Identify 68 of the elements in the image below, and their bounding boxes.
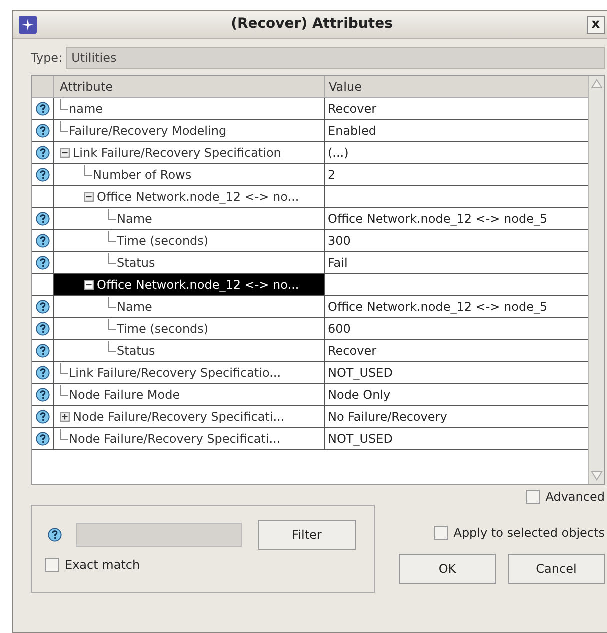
help-icon bbox=[36, 212, 50, 226]
value-text: 2 bbox=[328, 166, 336, 184]
attribute-cell[interactable]: Office Network.node_12 <-> no... bbox=[54, 274, 325, 295]
value-text: NOT_USED bbox=[328, 364, 393, 382]
attribute-text: Status bbox=[117, 254, 156, 272]
checkbox[interactable] bbox=[434, 526, 448, 540]
value-text: Office Network.node_12 <-> node_5 bbox=[328, 298, 548, 316]
value-text: Recover bbox=[328, 100, 377, 118]
value-text: Enabled bbox=[328, 122, 376, 140]
collapse-icon[interactable] bbox=[84, 192, 94, 202]
expand-icon[interactable] bbox=[60, 412, 70, 422]
value-text: No Failure/Recovery bbox=[328, 408, 448, 426]
column-header[interactable]: Attribute bbox=[54, 76, 325, 97]
attribute-text: Failure/Recovery Modeling bbox=[69, 122, 227, 140]
type-field: Utilities bbox=[66, 47, 605, 69]
column-header[interactable]: Value bbox=[325, 76, 588, 97]
advanced-label: Advanced bbox=[546, 489, 605, 506]
attribute-text: Link Failure/Recovery Specificatio... bbox=[69, 364, 282, 382]
value-text: (...) bbox=[328, 144, 349, 162]
help-icon bbox=[36, 388, 50, 402]
app-icon bbox=[19, 16, 37, 34]
help-icon bbox=[36, 432, 50, 446]
ok-button[interactable]: OK bbox=[399, 554, 496, 584]
attribute-text: Time (seconds) bbox=[117, 320, 209, 338]
checkbox[interactable] bbox=[526, 490, 540, 504]
attribute-text: Node Failure/Recovery Specificati... bbox=[69, 430, 281, 448]
help-icon bbox=[36, 168, 50, 182]
help-icon bbox=[36, 256, 50, 270]
help-icon bbox=[36, 146, 50, 160]
value-text: Recover bbox=[328, 342, 377, 360]
cancel-button[interactable]: Cancel bbox=[508, 554, 605, 584]
value-text: Node Only bbox=[328, 386, 391, 404]
attribute-text: Name bbox=[117, 298, 152, 316]
attribute-text: Office Network.node_12 <-> no... bbox=[97, 276, 300, 294]
help-icon bbox=[48, 528, 62, 542]
window-title: (Recover) Attributes bbox=[230, 15, 394, 34]
help-icon bbox=[36, 300, 50, 314]
value-text: Fail bbox=[328, 254, 348, 272]
help-icon bbox=[36, 344, 50, 358]
attribute-text: Node Failure Mode bbox=[69, 386, 180, 404]
value-text: 600 bbox=[328, 320, 351, 338]
help-icon bbox=[36, 322, 50, 336]
help-icon bbox=[36, 124, 50, 138]
filter-field[interactable] bbox=[76, 523, 242, 547]
exact-match-label: Exact match bbox=[65, 557, 140, 574]
filter-button[interactable]: Filter bbox=[258, 520, 356, 550]
apply-label: Apply to selected objects bbox=[454, 525, 605, 542]
value-text: Office Network.node_12 <-> node_5 bbox=[328, 210, 548, 228]
scrollbar[interactable] bbox=[588, 76, 604, 484]
help-icon bbox=[36, 366, 50, 380]
attribute-text: Status bbox=[117, 342, 156, 360]
attribute-text: Office Network.node_12 <-> no... bbox=[97, 188, 300, 206]
collapse-icon[interactable] bbox=[60, 148, 70, 158]
checkbox[interactable] bbox=[45, 558, 59, 572]
attribute-text: Name bbox=[117, 210, 152, 228]
type-label: Type: bbox=[31, 50, 63, 67]
collapse-icon[interactable] bbox=[84, 280, 94, 290]
help-icon bbox=[36, 102, 50, 116]
help-icon bbox=[36, 410, 50, 424]
attribute-text: Time (seconds) bbox=[117, 232, 209, 250]
attribute-text: Number of Rows bbox=[93, 166, 192, 184]
attribute-text: Link Failure/Recovery Specification bbox=[73, 144, 282, 162]
value-text: 300 bbox=[328, 232, 351, 250]
value-text: NOT_USED bbox=[328, 430, 393, 448]
close-button[interactable]: x bbox=[587, 16, 605, 34]
help-icon bbox=[36, 234, 50, 248]
attribute-text: name bbox=[69, 100, 104, 118]
attribute-text: Node Failure/Recovery Specificati... bbox=[73, 408, 285, 426]
